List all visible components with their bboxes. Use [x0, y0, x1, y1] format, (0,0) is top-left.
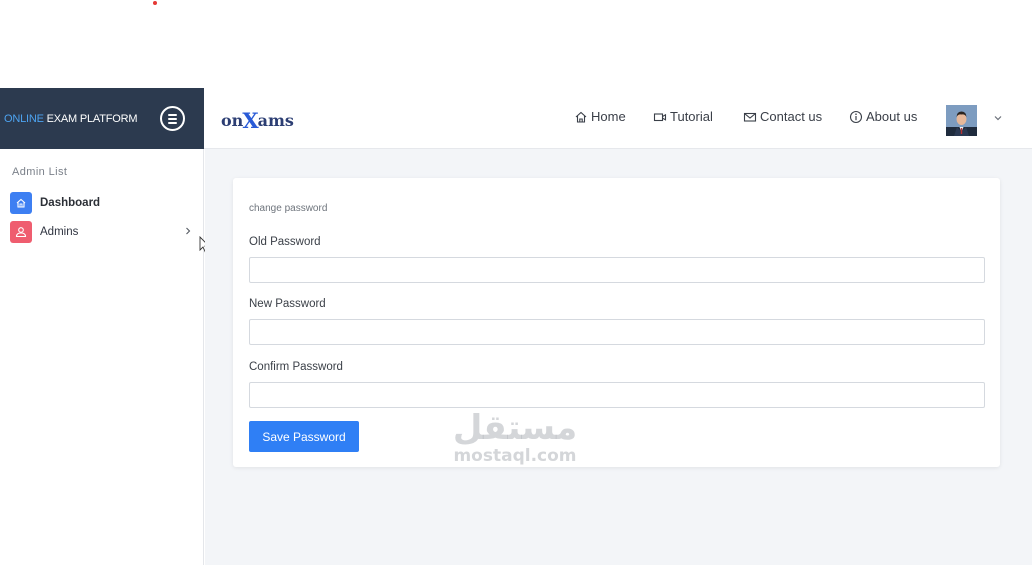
nav-link-label: Home [591, 109, 626, 124]
main-content: change password Old Password New Passwor… [205, 149, 1032, 565]
platform-title-rest: EXAM PLATFORM [43, 112, 138, 125]
change-password-card: change password Old Password New Passwor… [233, 178, 1000, 467]
old-password-input[interactable] [249, 257, 985, 283]
sidebar-section-title: Admin List [12, 166, 68, 178]
top-blank-area [0, 0, 1032, 88]
save-password-button[interactable]: Save Password [249, 421, 359, 452]
confirm-password-input[interactable] [249, 382, 985, 408]
chevron-right-icon [186, 227, 191, 235]
confirm-password-label: Confirm Password [249, 361, 343, 373]
nav-link-label: Contact us [760, 109, 823, 124]
top-navbar: onXams Home Tutorial Contact us About us [204, 88, 1032, 149]
new-password-input[interactable] [249, 319, 985, 345]
logo-right: ams [257, 111, 294, 130]
nav-link-label: Tutorial [670, 109, 713, 124]
sidebar: Admin List Dashboard Admins [0, 149, 204, 565]
hamburger-menu-icon[interactable] [160, 106, 185, 131]
app-shell: ONLINE EXAM PLATFORM onXams Home Tutoria… [0, 88, 1032, 565]
sidebar-item-admins[interactable]: Admins [10, 221, 196, 243]
watermark-latin: mostaql.com [453, 446, 577, 466]
nav-link-tutorial[interactable]: Tutorial [653, 109, 713, 124]
nav-link-label: About us [866, 109, 918, 124]
onxams-logo[interactable]: onXams [221, 106, 294, 133]
logo-x: X [242, 108, 259, 133]
chevron-down-icon[interactable] [992, 112, 1004, 124]
nav-link-home[interactable]: Home [574, 109, 626, 124]
envelope-icon [743, 112, 757, 122]
home-icon [575, 111, 587, 123]
card-title: change password [249, 203, 328, 214]
avatar-image [946, 105, 977, 136]
user-icon [10, 221, 32, 243]
platform-title: ONLINE EXAM PLATFORM [4, 112, 138, 125]
video-icon [653, 112, 667, 121]
nav-link-about[interactable]: About us [849, 109, 917, 124]
old-password-label: Old Password [249, 236, 321, 248]
sidebar-item-dashboard[interactable]: Dashboard [10, 192, 196, 214]
info-icon [849, 110, 863, 123]
sidebar-item-label: Admins [40, 226, 79, 238]
new-password-label: New Password [249, 298, 326, 310]
platform-title-highlight: ONLINE [4, 112, 44, 125]
sidebar-header: ONLINE EXAM PLATFORM [0, 88, 204, 149]
sidebar-item-label: Dashboard [40, 197, 101, 209]
mostaql-watermark: مستقل mostaql.com [415, 409, 615, 465]
red-dot-marker [153, 1, 157, 5]
user-avatar[interactable] [946, 105, 977, 136]
watermark-arabic: مستقل [452, 408, 578, 448]
dashboard-icon [10, 192, 32, 214]
logo-left: on [221, 111, 244, 130]
nav-link-contact[interactable]: Contact us [743, 109, 822, 124]
